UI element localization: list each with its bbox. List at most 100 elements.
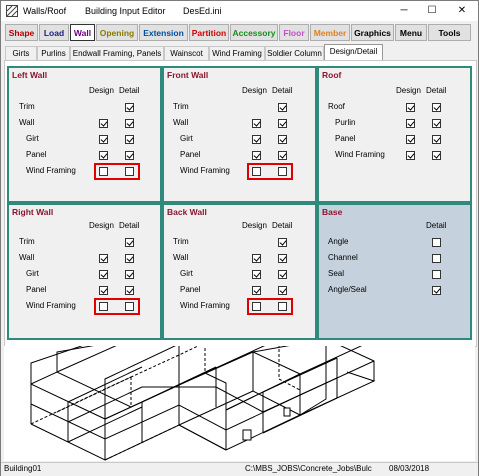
- menu-button-extension[interactable]: Extension: [139, 24, 188, 41]
- highlight-box: [247, 298, 293, 315]
- design-header: Design: [89, 221, 114, 230]
- tab-bar: Girts Purlins Endwall Framing, Panels Wains…: [1, 44, 478, 60]
- detail-checkbox[interactable]: [432, 254, 441, 263]
- detail-checkbox[interactable]: [125, 254, 134, 263]
- tab-endwall-framing-panels[interactable]: Endwall Framing, Panels: [70, 46, 164, 60]
- menu-button-opening[interactable]: Opening: [96, 24, 138, 41]
- panel-title: Left Wall: [12, 70, 48, 80]
- row-label-channel: Channel: [328, 253, 358, 262]
- detail-checkbox[interactable]: [125, 238, 134, 247]
- detail-checkbox[interactable]: [125, 286, 134, 295]
- minimize-button[interactable]: ─: [390, 1, 418, 21]
- detail-header: Detail: [426, 86, 447, 95]
- detail-checkbox[interactable]: [278, 119, 287, 128]
- detail-checkbox[interactable]: [278, 135, 287, 144]
- panel-left-wall: Left Wall Design Detail Trim Wall Girt Panel Wi…: [7, 66, 162, 203]
- design-checkbox[interactable]: [99, 254, 108, 263]
- detail-checkbox[interactable]: [125, 119, 134, 128]
- design-checkbox[interactable]: [99, 270, 108, 279]
- detail-checkbox[interactable]: [432, 119, 441, 128]
- detail-checkbox[interactable]: [432, 103, 441, 112]
- panel-title: Base: [322, 207, 343, 217]
- row-label-girt: Girt: [26, 134, 39, 143]
- row-label-trim: Trim: [19, 237, 35, 246]
- title-bar: Walls/Roof Building Input Editor DesEd.i…: [1, 1, 478, 21]
- tab-wainscot[interactable]: Wainscot: [164, 46, 209, 60]
- tab-soldier-column[interactable]: Soldier Column: [265, 46, 324, 60]
- design-checkbox[interactable]: [406, 151, 415, 160]
- detail-header: Detail: [272, 86, 293, 95]
- design-checkbox[interactable]: [252, 119, 261, 128]
- design-header: Design: [242, 221, 267, 230]
- detail-checkbox[interactable]: [432, 238, 441, 247]
- design-checkbox[interactable]: [99, 135, 108, 144]
- row-label-seal: Seal: [328, 269, 345, 278]
- menu-button-graphics[interactable]: Graphics: [351, 24, 394, 41]
- row-label-angle-seal: Angle/Seal: [328, 285, 367, 294]
- design-checkbox[interactable]: [252, 286, 261, 295]
- design-checkbox[interactable]: [252, 151, 261, 160]
- detail-header: Detail: [119, 221, 140, 230]
- row-label-wind-framing: Wind Framing: [26, 166, 76, 175]
- status-date: 08/03/2018: [389, 464, 430, 473]
- close-button[interactable]: ✕: [448, 1, 476, 21]
- menu-button-floor[interactable]: Floor: [279, 24, 309, 41]
- menu-button-shape[interactable]: Shape: [5, 24, 38, 41]
- detail-checkbox[interactable]: [432, 151, 441, 160]
- building-3d-view[interactable]: [4, 319, 475, 461]
- tab-girts[interactable]: Girts: [5, 46, 37, 60]
- design-checkbox[interactable]: [252, 135, 261, 144]
- detail-checkbox[interactable]: [125, 151, 134, 160]
- detail-checkbox[interactable]: [125, 103, 134, 112]
- tab-design-detail[interactable]: Design/Detail: [324, 44, 383, 60]
- detail-checkbox[interactable]: [278, 103, 287, 112]
- detail-checkbox[interactable]: [125, 135, 134, 144]
- row-label-wind-framing: Wind Framing: [26, 301, 76, 310]
- tab-wind-framing[interactable]: Wind Framing: [209, 46, 265, 60]
- row-label-girt: Girt: [26, 269, 39, 278]
- design-checkbox[interactable]: [406, 119, 415, 128]
- row-label-wind-framing: Wind Framing: [335, 150, 385, 159]
- panel-title: Front Wall: [167, 70, 209, 80]
- design-checkbox[interactable]: [252, 270, 261, 279]
- detail-checkbox[interactable]: [278, 254, 287, 263]
- detail-checkbox[interactable]: [432, 270, 441, 279]
- menu-button-tools[interactable]: Tools: [428, 24, 471, 41]
- app-window: Walls/Roof Building Input Editor DesEd.i…: [0, 0, 479, 476]
- menu-button-load[interactable]: Load: [39, 24, 69, 41]
- tab-purlins[interactable]: Purlins: [37, 46, 70, 60]
- detail-checkbox[interactable]: [278, 270, 287, 279]
- design-header: Design: [89, 86, 114, 95]
- building-wireframe: [30, 319, 376, 461]
- row-label-wall: Wall: [19, 253, 35, 262]
- detail-checkbox[interactable]: [278, 151, 287, 160]
- panel-title: Right Wall: [12, 207, 54, 217]
- app-title: Walls/Roof: [23, 6, 67, 16]
- menu-button-menu[interactable]: Menu: [395, 24, 427, 41]
- design-checkbox[interactable]: [406, 135, 415, 144]
- maximize-button[interactable]: ☐: [418, 1, 446, 21]
- editor-title: Building Input Editor: [85, 6, 166, 16]
- design-checkbox[interactable]: [252, 254, 261, 263]
- design-checkbox[interactable]: [406, 103, 415, 112]
- panel-front-wall: Front Wall Design Detail Trim Wall Girt Panel W…: [162, 66, 317, 203]
- detail-checkbox[interactable]: [278, 286, 287, 295]
- detail-checkbox[interactable]: [125, 270, 134, 279]
- detail-checkbox[interactable]: [278, 238, 287, 247]
- row-label-panel: Panel: [180, 150, 201, 159]
- detail-header: Detail: [119, 86, 140, 95]
- design-checkbox[interactable]: [99, 286, 108, 295]
- menu-button-wall[interactable]: Wall: [70, 24, 95, 41]
- row-label-wall: Wall: [173, 253, 189, 262]
- menu-button-accessory[interactable]: Accessory: [230, 24, 278, 41]
- detail-checkbox[interactable]: [432, 286, 441, 295]
- detail-header: Detail: [426, 221, 447, 230]
- menu-button-member[interactable]: Member: [310, 24, 350, 41]
- row-label-panel: Panel: [26, 285, 47, 294]
- design-checkbox[interactable]: [99, 151, 108, 160]
- row-label-panel: Panel: [26, 150, 47, 159]
- detail-checkbox[interactable]: [432, 135, 441, 144]
- row-label-trim: Trim: [173, 237, 189, 246]
- menu-button-partition[interactable]: Partition: [189, 24, 229, 41]
- design-checkbox[interactable]: [99, 119, 108, 128]
